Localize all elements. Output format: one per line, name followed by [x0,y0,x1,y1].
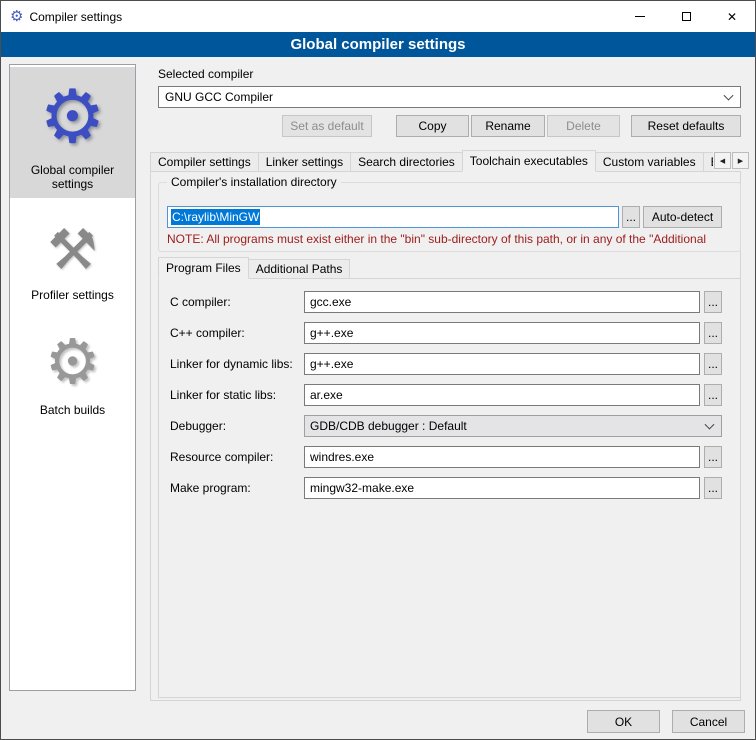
dynamic-linker-input[interactable]: g++.exe [304,353,700,375]
cancel-button[interactable]: Cancel [672,710,745,733]
chevron-down-icon [724,91,734,101]
make-program-value: mingw32-make.exe [310,481,414,495]
static-linker-value: ar.exe [310,388,343,402]
titlebar: ⚙ Compiler settings ✕ [1,1,755,32]
c-compiler-input[interactable]: gcc.exe [304,291,700,313]
installation-directory-label: Compiler's installation directory [167,175,341,189]
subtab-program-files[interactable]: Program Files [158,257,249,279]
resource-compiler-browse-button[interactable]: ... [704,446,722,468]
form-row-cpp-compiler: C++ compiler: g++.exe ... [170,322,722,344]
tab-toolchain-executables[interactable]: Toolchain executables [462,150,596,172]
tab-scroll-left-icon[interactable]: ◀ [714,152,731,169]
close-icon: ✕ [727,11,737,23]
resource-compiler-input[interactable]: windres.exe [304,446,700,468]
cpp-compiler-value: g++.exe [310,326,353,340]
make-program-browse-button[interactable]: ... [704,477,722,499]
installation-directory-value: C:\raylib\MinGW [171,209,260,225]
c-compiler-label: C compiler: [170,295,304,309]
program-subtabs: Program Files Additional Paths [158,258,349,279]
form-row-c-compiler: C compiler: gcc.exe ... [170,291,722,313]
debugger-dropdown[interactable]: GDB/CDB debugger : Default [304,415,722,437]
maximize-button[interactable] [663,1,709,32]
compiler-settings-dialog: ⚙ Compiler settings ✕ Global compiler se… [0,0,756,740]
tab-scroll-right-icon[interactable]: ▶ [732,152,749,169]
make-program-label: Make program: [170,481,304,495]
form-row-make-program: Make program: mingw32-make.exe ... [170,477,722,499]
sidebar-item-label: Global compiler settings [13,163,132,191]
chevron-down-icon [705,420,715,430]
browse-directory-button[interactable]: ... [622,206,640,228]
debugger-label: Debugger: [170,419,304,433]
tab-compiler-settings[interactable]: Compiler settings [150,152,259,172]
sidebar-item-label: Batch builds [40,403,105,417]
sidebar-item-batch-builds[interactable]: ⚙ Batch builds [10,319,135,424]
bin-subdirectory-note: NOTE: All programs must exist either in … [167,232,740,246]
close-button[interactable]: ✕ [709,1,755,32]
dynamic-linker-browse-button[interactable]: ... [704,353,722,375]
window-title: Compiler settings [29,10,122,24]
app-gear-icon: ⚙ [10,9,23,24]
auto-detect-button[interactable]: Auto-detect [643,206,722,228]
maximize-icon [682,12,691,21]
form-row-dynamic-linker: Linker for dynamic libs: g++.exe ... [170,353,722,375]
batch-builds-gear-icon: ⚙ [45,326,101,400]
dynamic-linker-value: g++.exe [310,357,353,371]
cpp-compiler-browse-button[interactable]: ... [704,322,722,344]
static-linker-label: Linker for static libs: [170,388,304,402]
tab-build-options-truncated[interactable]: Buil [703,152,713,172]
tab-scroll-buttons: ◀ ▶ [713,152,749,169]
settings-sidebar: ⚙ Global compiler settings ⚒ Profiler se… [9,64,136,691]
c-compiler-value: gcc.exe [310,295,351,309]
cpp-compiler-input[interactable]: g++.exe [304,322,700,344]
form-row-debugger: Debugger: GDB/CDB debugger : Default [170,415,722,437]
resource-compiler-value: windres.exe [310,450,374,464]
selected-compiler-dropdown[interactable]: GNU GCC Compiler [158,86,741,108]
static-linker-input[interactable]: ar.exe [304,384,700,406]
selected-compiler-label: Selected compiler [158,67,253,81]
installation-directory-input[interactable]: C:\raylib\MinGW [167,206,619,228]
tab-search-directories[interactable]: Search directories [350,152,463,172]
copy-button[interactable]: Copy [396,115,469,137]
minimize-icon [635,16,645,17]
c-compiler-browse-button[interactable]: ... [704,291,722,313]
compiler-tabs: Compiler settings Linker settings Search… [150,150,713,172]
debugger-value: GDB/CDB debugger : Default [310,419,467,433]
program-files-page: C compiler: gcc.exe ... C++ compiler: g+… [158,278,741,698]
tab-linker-settings[interactable]: Linker settings [258,152,351,172]
selected-compiler-value: GNU GCC Compiler [165,90,273,104]
resource-compiler-label: Resource compiler: [170,450,304,464]
sidebar-item-label: Profiler settings [31,288,114,302]
ok-button[interactable]: OK [587,710,660,733]
form-row-resource-compiler: Resource compiler: windres.exe ... [170,446,722,468]
profiler-tool-icon: ⚒ [47,215,97,285]
cpp-compiler-label: C++ compiler: [170,326,304,340]
dynamic-linker-label: Linker for dynamic libs: [170,357,304,371]
make-program-input[interactable]: mingw32-make.exe [304,477,700,499]
subtab-additional-paths[interactable]: Additional Paths [248,259,351,279]
minimize-button[interactable] [617,1,663,32]
global-compiler-gear-icon: ⚙ [39,74,105,160]
form-row-static-linker: Linker for static libs: ar.exe ... [170,384,722,406]
rename-button[interactable]: Rename [471,115,545,137]
page-title: Global compiler settings [1,32,755,57]
set-as-default-button[interactable]: Set as default [282,115,372,137]
sidebar-item-profiler-settings[interactable]: ⚒ Profiler settings [10,208,135,309]
tab-custom-variables[interactable]: Custom variables [595,152,704,172]
delete-button[interactable]: Delete [547,115,620,137]
sidebar-item-global-compiler-settings[interactable]: ⚙ Global compiler settings [10,67,135,198]
reset-defaults-button[interactable]: Reset defaults [631,115,741,137]
window-controls: ✕ [617,1,755,32]
static-linker-browse-button[interactable]: ... [704,384,722,406]
